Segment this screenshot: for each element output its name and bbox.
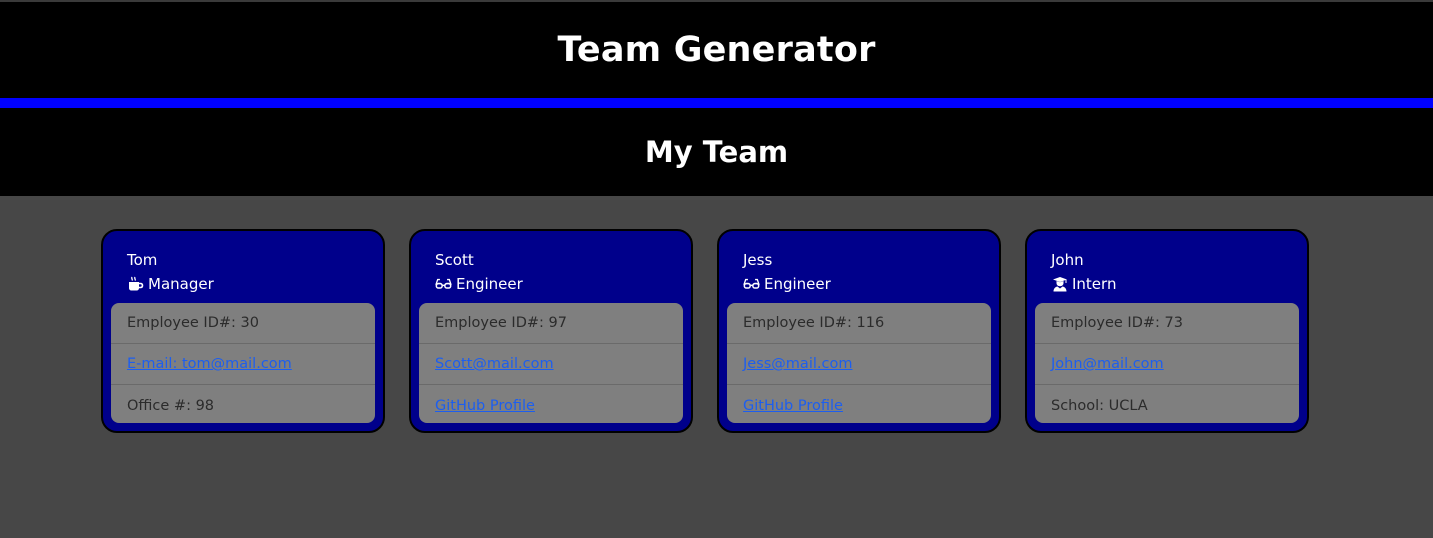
card-details: Employee ID#: 73 John@mail.com School: U… xyxy=(1035,303,1299,423)
email-link[interactable]: E-mail: tom@mail.com xyxy=(127,356,292,372)
office-number: Office #: 98 xyxy=(127,397,215,414)
role-label: Engineer xyxy=(456,275,523,293)
team-cards: Tom Manager Employee ID#: 30 E-mail: tom… xyxy=(0,196,1433,538)
header-divider xyxy=(0,98,1433,108)
email-row: Scott@mail.com xyxy=(419,344,683,385)
page-header: Team Generator xyxy=(0,2,1433,98)
graduate-icon xyxy=(1051,276,1068,292)
glasses-icon xyxy=(743,276,760,292)
github-row: GitHub Profile xyxy=(419,385,683,423)
email-row: E-mail: tom@mail.com xyxy=(111,344,375,385)
page-title: Team Generator xyxy=(557,30,876,70)
card-header: Scott Engineer xyxy=(411,231,691,303)
employee-card-scott: Scott Engineer Employee ID#: 97 Scott@ma… xyxy=(409,229,693,433)
employee-role: Intern xyxy=(1051,274,1307,294)
employee-name: Tom xyxy=(127,251,158,269)
github-row: GitHub Profile xyxy=(727,385,991,423)
card-header: Tom Manager xyxy=(103,231,383,303)
email-link[interactable]: Jess@mail.com xyxy=(743,356,852,372)
card-header: Jess Engineer xyxy=(719,231,999,303)
mug-icon xyxy=(127,276,144,292)
school-name: School: UCLA xyxy=(1051,397,1148,414)
employee-role: Engineer xyxy=(435,274,691,294)
email-row: John@mail.com xyxy=(1035,344,1299,385)
email-row: Jess@mail.com xyxy=(727,344,991,385)
role-label: Manager xyxy=(148,275,214,293)
email-link[interactable]: Scott@mail.com xyxy=(435,356,554,372)
role-label: Engineer xyxy=(764,275,831,293)
employee-name: Jess xyxy=(743,251,773,269)
employee-id: Employee ID#: 30 xyxy=(111,303,375,344)
employee-card-tom: Tom Manager Employee ID#: 30 E-mail: tom… xyxy=(101,229,385,433)
role-label: Intern xyxy=(1072,275,1117,293)
team-title: My Team xyxy=(644,135,789,169)
employee-card-jess: Jess Engineer Employee ID#: 116 Jess@mai… xyxy=(717,229,1001,433)
card-details: Employee ID#: 97 Scott@mail.com GitHub P… xyxy=(419,303,683,423)
github-profile-link[interactable]: GitHub Profile xyxy=(435,398,535,414)
card-details: Employee ID#: 116 Jess@mail.com GitHub P… xyxy=(727,303,991,423)
employee-card-john: John Intern Employee ID#: 73 John@mail.c… xyxy=(1025,229,1309,433)
team-header: My Team xyxy=(0,108,1433,196)
email-link[interactable]: John@mail.com xyxy=(1051,356,1164,372)
employee-id: Employee ID#: 116 xyxy=(727,303,991,344)
glasses-icon xyxy=(435,276,452,292)
employee-id: Employee ID#: 73 xyxy=(1035,303,1299,344)
card-header: John Intern xyxy=(1027,231,1307,303)
employee-name: Scott xyxy=(435,251,474,269)
github-profile-link[interactable]: GitHub Profile xyxy=(743,398,843,414)
employee-id: Employee ID#: 97 xyxy=(419,303,683,344)
card-details: Employee ID#: 30 E-mail: tom@mail.com Of… xyxy=(111,303,375,423)
employee-role: Manager xyxy=(127,274,383,294)
employee-role: Engineer xyxy=(743,274,999,294)
employee-name: John xyxy=(1051,251,1084,269)
